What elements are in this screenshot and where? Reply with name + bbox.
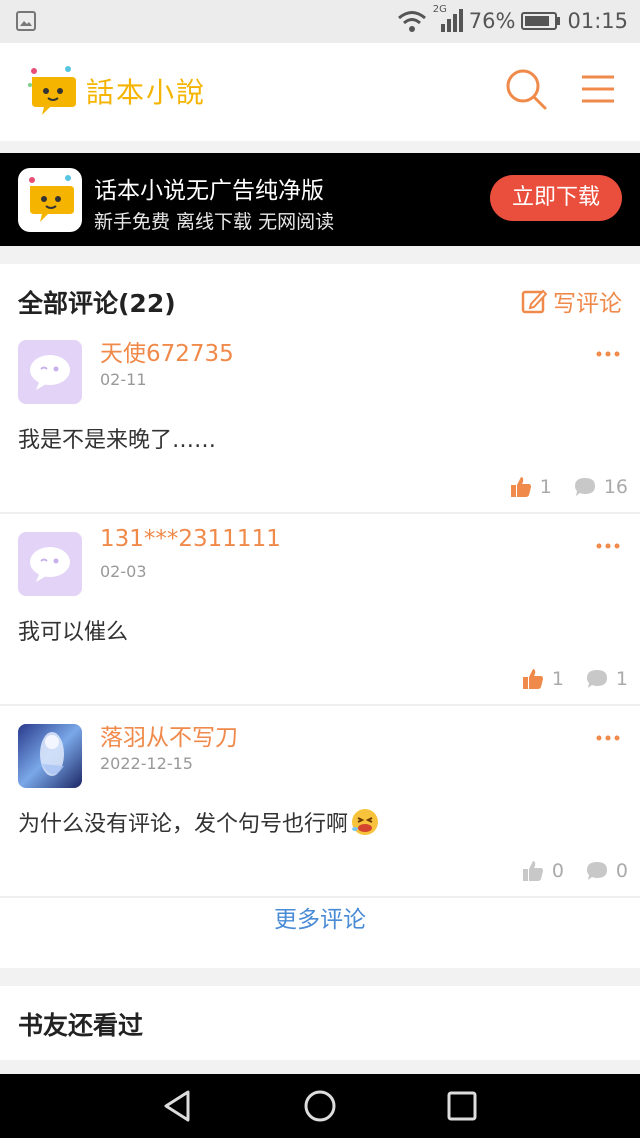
write-comment-label: 写评论 — [553, 291, 622, 317]
banner-subtitle: 新手免费 离线下载 无网阅读 — [94, 211, 335, 233]
comment-username[interactable]: 131***2311111 — [100, 526, 281, 552]
recents-icon[interactable] — [444, 1088, 480, 1124]
reply-count: 1 — [615, 668, 628, 690]
app-header: 話本小說 — [0, 43, 640, 141]
also-viewed-section: 书友还看过 — [0, 986, 640, 1060]
avatar[interactable] — [18, 340, 82, 404]
write-comment-button[interactable]: 写评论 — [521, 284, 622, 318]
comments-title: 全部评论(22) — [18, 289, 176, 318]
home-icon[interactable] — [302, 1088, 338, 1124]
default-avatar-icon — [18, 532, 82, 596]
comment-actions: 0 0 — [522, 860, 628, 882]
edit-icon — [521, 289, 547, 314]
reply-icon[interactable] — [586, 860, 608, 882]
app-logo-icon[interactable] — [24, 63, 80, 119]
battery-icon — [521, 12, 561, 30]
avatar[interactable] — [18, 532, 82, 596]
comment-username[interactable]: 落羽从不写刀 — [100, 718, 238, 752]
signal-icon — [440, 9, 463, 32]
laughing-emoji-icon — [352, 809, 379, 835]
like-count: 0 — [551, 860, 564, 882]
like-count: 1 — [551, 668, 564, 690]
reply-count: 16 — [603, 476, 628, 498]
more-options-icon[interactable] — [596, 350, 620, 358]
menu-icon[interactable] — [580, 71, 616, 107]
comment-date: 02-03 — [100, 562, 147, 581]
comment-date: 2022-12-15 — [100, 754, 193, 773]
more-options-icon[interactable] — [596, 542, 620, 550]
default-avatar-icon — [18, 340, 82, 404]
search-icon[interactable] — [504, 67, 548, 111]
battery-percent: 76% — [468, 9, 516, 33]
reply-count: 0 — [615, 860, 628, 882]
more-comments-link[interactable]: 更多评论 — [0, 900, 640, 934]
comment-text: 为什么没有评论，发个句号也行啊 — [18, 806, 380, 838]
more-options-icon[interactable] — [596, 734, 620, 742]
comment-item: 天使672735 02-11 我是不是来晚了…… 1 16 — [0, 320, 640, 512]
app-download-banner[interactable]: 话本小说无广告纯净版 新手免费 离线下载 无网阅读 立即下载 — [0, 153, 640, 246]
comment-username[interactable]: 天使672735 — [100, 334, 234, 368]
logo-text: 話本小說 — [86, 76, 207, 109]
also-viewed-title: 书友还看过 — [18, 1011, 144, 1040]
comment-text-content: 为什么没有评论，发个句号也行啊 — [18, 812, 349, 837]
anime-avatar-icon — [18, 724, 82, 788]
clock: 01:15 — [567, 9, 628, 33]
like-icon[interactable] — [522, 668, 544, 690]
reply-icon[interactable] — [586, 668, 608, 690]
navigation-bar — [0, 1074, 640, 1138]
status-bar: 2G 76% 01:15 — [0, 0, 640, 43]
comment-text: 我可以催么 — [18, 620, 129, 645]
comment-item: 131***2311111 02-03 我可以催么 1 1 — [0, 512, 640, 704]
download-button[interactable]: 立即下载 — [490, 175, 622, 221]
app-logo-icon — [29, 175, 74, 222]
like-count: 1 — [539, 476, 552, 498]
banner-app-icon — [18, 168, 82, 232]
comment-actions: 1 1 — [522, 668, 628, 690]
back-icon[interactable] — [160, 1088, 196, 1124]
wifi-icon — [397, 11, 426, 32]
divider — [0, 896, 640, 898]
gallery-icon — [16, 11, 36, 31]
comment-date: 02-11 — [100, 370, 147, 389]
like-icon[interactable] — [522, 860, 544, 882]
comment-text: 我是不是来晚了…… — [18, 428, 217, 453]
comment-actions: 1 16 — [510, 476, 628, 498]
avatar[interactable] — [18, 724, 82, 788]
banner-title: 话本小说无广告纯净版 — [94, 178, 324, 204]
reply-icon[interactable] — [574, 476, 596, 498]
like-icon[interactable] — [510, 476, 532, 498]
comment-item: 落羽从不写刀 2022-12-15 为什么没有评论，发个句号也行啊 0 0 — [0, 704, 640, 896]
comments-section: 全部评论(22) 写评论 天使672735 02-11 我是不是来晚了…… 1 … — [0, 264, 640, 968]
